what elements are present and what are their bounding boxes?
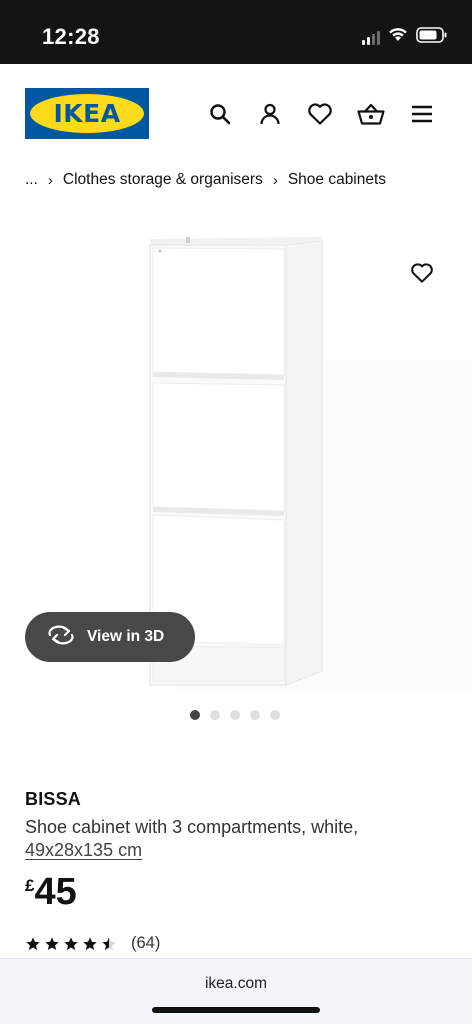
signal-icon (362, 30, 380, 45)
status-icons (362, 26, 448, 48)
rotate-3d-icon (47, 625, 75, 650)
wishlist-heart-icon[interactable] (306, 100, 334, 128)
carousel-dot[interactable] (250, 710, 260, 720)
review-count: (64) (131, 934, 161, 952)
star-half-icon (102, 936, 116, 950)
product-price: £ 45 (25, 870, 77, 914)
breadcrumb: ... › Clothes storage & organisers › Sho… (25, 171, 386, 189)
breadcrumb-shoe-cabinets[interactable]: Shoe cabinets (288, 171, 386, 189)
product-description: Shoe cabinet with 3 compartments, white, (25, 817, 359, 837)
search-icon[interactable] (206, 100, 234, 128)
star-full-icon (45, 936, 59, 950)
breadcrumb-separator: › (47, 171, 53, 189)
product-name: BISSA (25, 789, 82, 809)
star-full-icon (26, 936, 40, 950)
view-in-3d-button[interactable]: View in 3D (25, 612, 195, 662)
view-in-3d-label: View in 3D (87, 628, 165, 645)
status-time: 12:28 (42, 24, 100, 49)
price-amount: 45 (34, 871, 77, 913)
star-full-icon (64, 936, 78, 950)
status-bar: 12:28 (0, 0, 472, 64)
carousel-dot[interactable] (230, 710, 240, 720)
battery-icon (416, 26, 448, 48)
carousel-dot[interactable] (270, 710, 280, 720)
site-header: IKEA (0, 64, 472, 164)
product-dimensions-link[interactable]: 49x28x135 cm (25, 840, 142, 861)
account-icon[interactable] (256, 100, 284, 128)
add-to-wishlist-heart-icon[interactable] (406, 258, 438, 288)
menu-icon[interactable] (408, 100, 436, 128)
star-full-icon (83, 936, 97, 950)
breadcrumb-clothes-storage[interactable]: Clothes storage & organisers (63, 171, 263, 189)
browser-url-bar[interactable]: ikea.com (0, 958, 472, 1024)
basket-icon[interactable] (357, 100, 385, 128)
product-rating[interactable]: (64) (25, 934, 160, 953)
carousel-dot[interactable] (190, 710, 200, 720)
breadcrumb-ellipsis[interactable]: ... (25, 171, 38, 189)
carousel-dot[interactable] (210, 710, 220, 720)
home-indicator[interactable] (152, 1007, 320, 1013)
price-currency: £ (25, 876, 35, 895)
url-text: ikea.com (204, 975, 268, 992)
breadcrumb-separator: › (272, 171, 278, 189)
rating-stars (25, 936, 117, 952)
image-carousel-indicator (190, 710, 280, 720)
wifi-icon (388, 27, 408, 47)
